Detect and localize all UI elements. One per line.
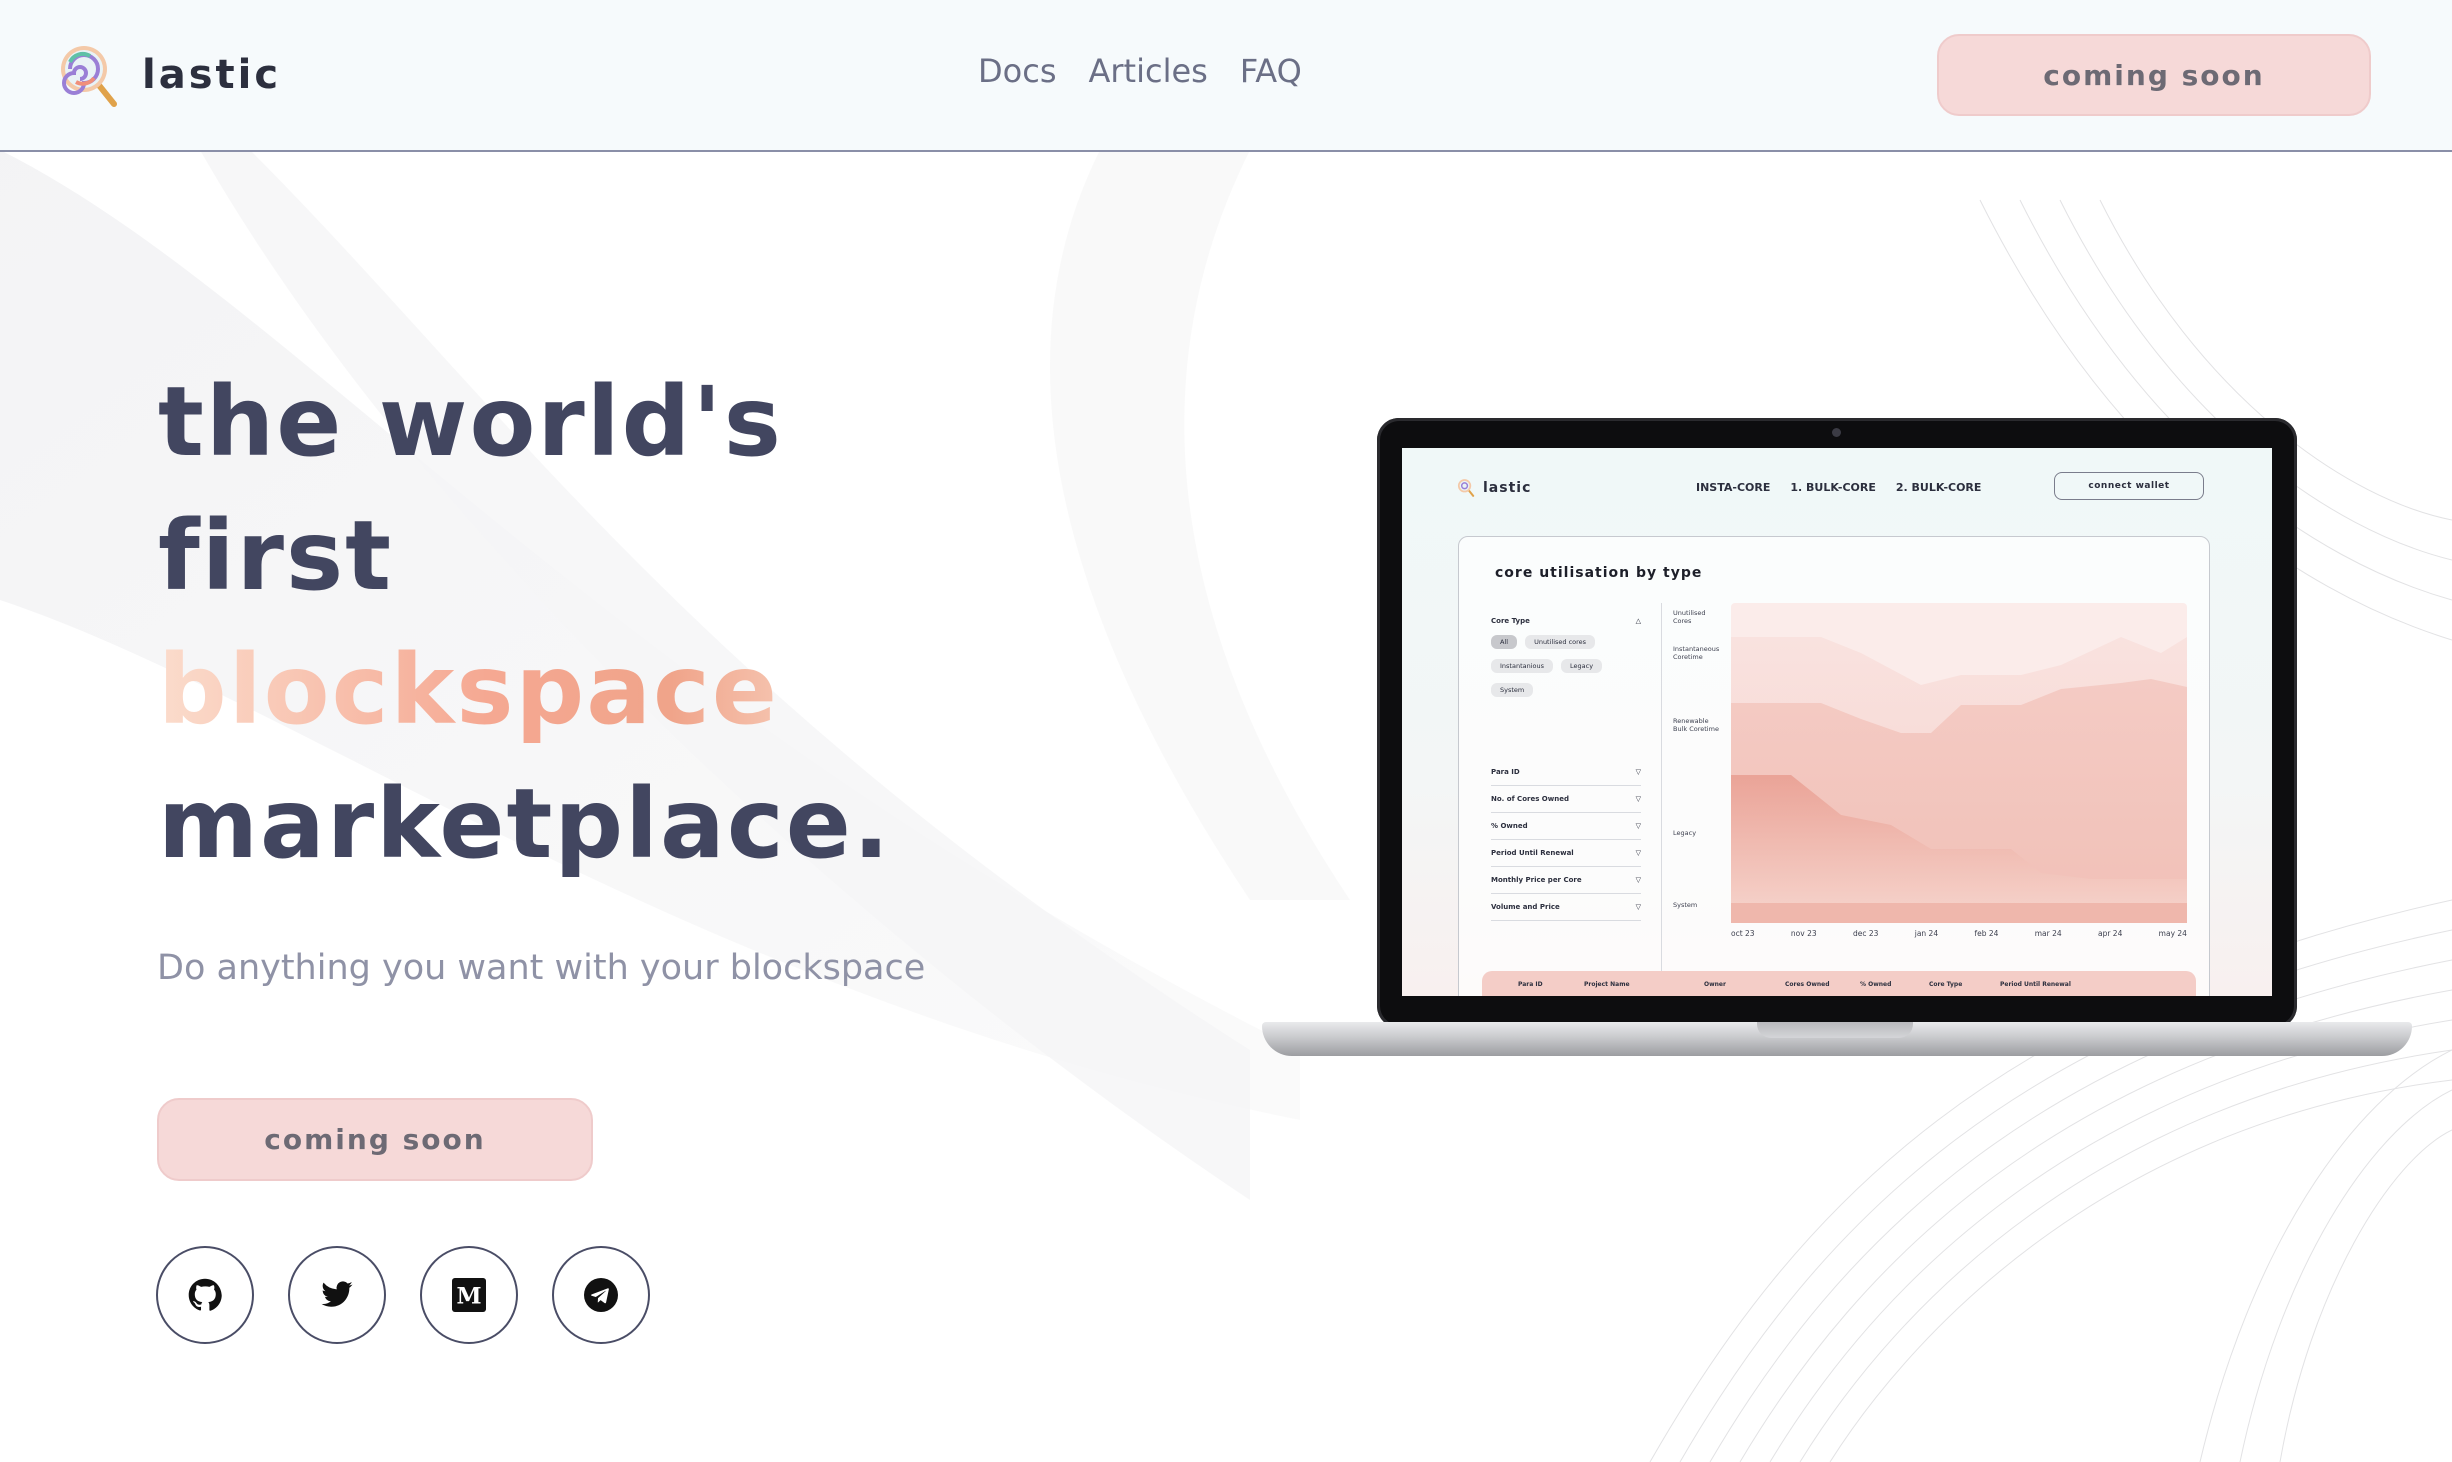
mockup-filter-heading: Core Type	[1491, 617, 1530, 625]
mockup-x-label: dec 23	[1852, 929, 1879, 938]
chevron-down-icon: ▽	[1635, 849, 1641, 857]
chevron-up-icon: △	[1635, 617, 1641, 625]
hero-coming-soon-button[interactable]: coming soon	[157, 1098, 593, 1181]
twitter-icon	[321, 1281, 353, 1307]
mockup-chart-title: core utilisation by type	[1495, 565, 1703, 581]
mockup-brand-name: Lastic	[1483, 479, 1532, 496]
mockup-y-label: Legacy	[1673, 829, 1697, 837]
social-links: M	[156, 1246, 684, 1344]
mockup-filter-row: Period Until Renewal	[1491, 849, 1574, 857]
telegram-icon	[584, 1278, 618, 1312]
laptop-camera	[1832, 428, 1841, 437]
nav-link-articles[interactable]: Articles	[1088, 52, 1207, 90]
mockup-filter-panel: Core Type △ All Unutilised cores Instanta…	[1491, 617, 1641, 707]
mockup-connect-wallet-button: connect wallet	[2054, 472, 2204, 500]
mockup-x-label: feb 24	[1974, 929, 1999, 938]
mockup-y-label: Renewable Bulk Coretime	[1673, 717, 1719, 733]
hero-title-line-1: the world's	[158, 366, 783, 478]
hero-title: the world's first blockspace marketplace…	[158, 355, 891, 891]
header-coming-soon-button[interactable]: coming soon	[1937, 34, 2371, 116]
mockup-table-col: Period Until Renewal	[2000, 981, 2071, 988]
mockup-x-label: mar 24	[2034, 929, 2062, 938]
brand-name: Lastic	[142, 52, 282, 98]
mockup-x-label: oct 23	[1731, 929, 1755, 938]
brand-logo[interactable]: Lastic	[58, 42, 281, 108]
chevron-down-icon: ▽	[1635, 768, 1641, 776]
mockup-table-col: % Owned	[1860, 981, 1892, 988]
mockup-chart-card: core utilisation by type Core Type △ All …	[1458, 536, 2210, 996]
twitter-link[interactable]	[288, 1246, 386, 1344]
mockup-filter-row: No. of Cores Owned	[1491, 795, 1569, 803]
mockup-x-label: jan 24	[1914, 929, 1939, 938]
mockup-x-label: nov 23	[1790, 929, 1817, 938]
laptop-screen: Lastic INSTA-CORE 1. BULK-CORE 2. BULK-C…	[1402, 448, 2272, 996]
github-icon	[188, 1278, 222, 1311]
medium-icon: M	[452, 1278, 486, 1312]
nav-link-docs[interactable]: Docs	[978, 52, 1056, 90]
nav-link-faq[interactable]: FAQ	[1240, 52, 1302, 90]
mockup-nav-item: 1. BULK-CORE	[1790, 481, 1876, 494]
mockup-nav-item: INSTA-CORE	[1696, 481, 1771, 494]
hero-title-line-4: marketplace.	[158, 768, 892, 880]
mockup-chip: All	[1491, 635, 1518, 649]
lollipop-magnifier-icon	[1457, 479, 1475, 497]
laptop-notch	[1757, 1022, 1913, 1038]
lollipop-magnifier-icon	[61, 46, 117, 107]
mockup-y-label: Instantaneous Coretime	[1673, 645, 1720, 661]
chevron-down-icon: ▽	[1635, 876, 1641, 884]
mockup-table-col: Para ID	[1518, 981, 1543, 988]
laptop-mockup: Lastic INSTA-CORE 1. BULK-CORE 2. BULK-C…	[1262, 418, 2412, 1068]
mockup-x-label: apr 24	[2097, 929, 2123, 938]
chevron-down-icon: ▽	[1635, 822, 1641, 830]
github-link[interactable]	[156, 1246, 254, 1344]
mockup-chip: Unutilised cores	[1525, 635, 1596, 649]
hero-subtitle: Do anything you want with your blockspac…	[157, 948, 926, 988]
mockup-y-label: System	[1673, 901, 1698, 909]
mockup-chip: System	[1491, 683, 1534, 697]
mockup-table-header: Para ID Project Name Owner Cores Owned %…	[1482, 971, 2196, 996]
hero-title-accent: blockspace	[158, 623, 891, 757]
mockup-filter-row: Para ID	[1491, 768, 1520, 776]
mockup-chip: Instantanious	[1491, 659, 1554, 673]
mockup-table-col: Cores Owned	[1785, 981, 1830, 988]
hero-title-line-2: first	[158, 500, 394, 612]
mockup-filter-rows: Para ID ▽ No. of Cores Owned ▽ % Owned ▽ Pe…	[1491, 759, 1641, 921]
mockup-divider	[1661, 603, 1662, 987]
mockup-filter-row: Monthly Price per Core	[1491, 876, 1582, 884]
mockup-filter-row: Volume and Price	[1491, 903, 1560, 911]
mockup-filter-row: % Owned	[1491, 822, 1528, 830]
medium-link[interactable]: M	[420, 1246, 518, 1344]
mockup-y-label: Unutilised Cores	[1673, 609, 1706, 625]
mockup-x-label: may 24	[2158, 929, 2187, 938]
mockup-table-col: Owner	[1704, 981, 1726, 988]
mockup-brand: Lastic	[1457, 478, 1531, 497]
mockup-area-chart	[1731, 603, 2187, 923]
main-nav: Docs Articles FAQ	[978, 52, 1334, 90]
telegram-link[interactable]	[552, 1246, 650, 1344]
chart-layer-system	[1731, 903, 2187, 923]
chevron-down-icon: ▽	[1635, 903, 1641, 911]
chevron-down-icon: ▽	[1635, 795, 1641, 803]
top-header: Lastic Docs Articles FAQ coming soon	[0, 0, 2452, 152]
mockup-table-col: Project Name	[1584, 981, 1630, 988]
mockup-chip: Legacy	[1561, 659, 1603, 673]
mockup-table-col: Core Type	[1929, 981, 1963, 988]
mockup-nav: INSTA-CORE 1. BULK-CORE 2. BULK-CORE	[1696, 481, 2001, 494]
svg-text:M: M	[456, 1284, 481, 1310]
mockup-x-labels: oct 23 nov 23 dec 23 jan 24 feb 24 mar 2…	[1731, 929, 2187, 938]
mockup-nav-item: 2. BULK-CORE	[1895, 481, 1982, 494]
